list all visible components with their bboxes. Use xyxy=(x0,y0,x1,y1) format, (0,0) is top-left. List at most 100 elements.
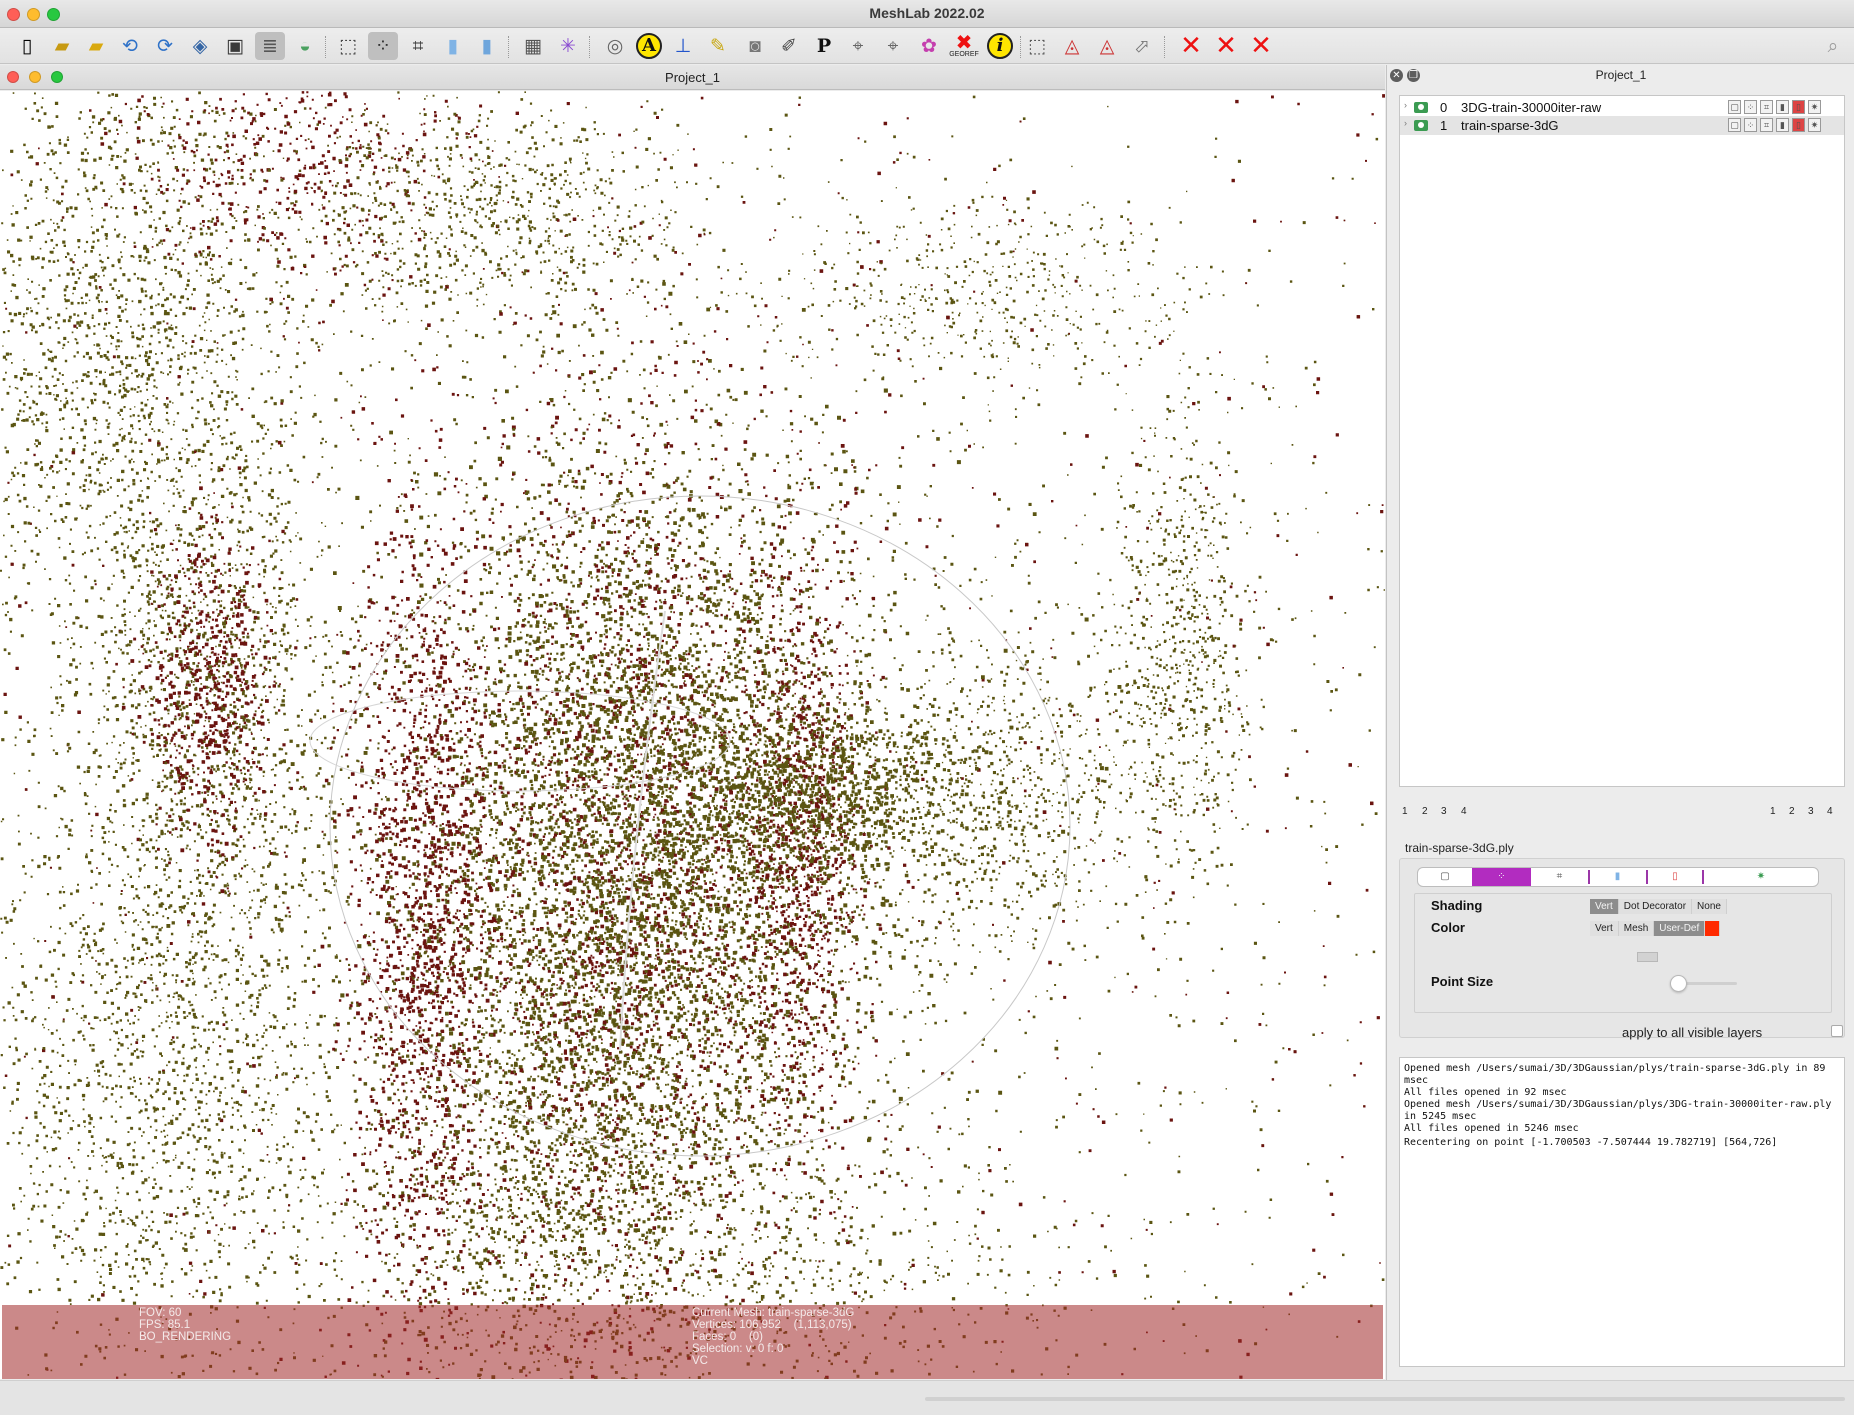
point-cluster xyxy=(0,180,434,1318)
fill-toggle-icon[interactable]: ▮ xyxy=(1776,100,1789,114)
delete-vertices-icon[interactable]: ✕ xyxy=(1211,32,1241,60)
select-faces-icon[interactable]: ⌖ xyxy=(878,32,908,60)
paint-icon[interactable]: ✐ xyxy=(774,32,804,60)
flat-render-icon[interactable]: ▮ xyxy=(438,32,468,60)
tab-texture[interactable]: ▯ xyxy=(1648,868,1702,886)
shading-none-button[interactable]: None xyxy=(1692,899,1727,914)
delete-faces-icon[interactable]: ✕ xyxy=(1176,32,1206,60)
bbox-render-icon[interactable]: ⬚ xyxy=(333,32,363,60)
viewer-info-overlay: FOV: 60 FPS: 85.1 BO_RENDERING Current M… xyxy=(2,1305,1383,1379)
new-project-icon[interactable]: ▯ xyxy=(12,32,42,60)
pickpoints-icon[interactable]: P xyxy=(809,32,839,60)
layer-index: 1 xyxy=(1440,118,1448,133)
point-size-label: Point Size xyxy=(1431,974,1494,989)
tab-number[interactable]: 3 xyxy=(1441,806,1447,817)
smooth-render-icon[interactable]: ▮ xyxy=(472,32,502,60)
tab-divider xyxy=(1702,870,1704,884)
colorize-icon[interactable]: ✿ xyxy=(914,32,944,60)
point-cluster xyxy=(268,213,1059,1350)
expand-chevron-icon[interactable]: › xyxy=(1404,118,1407,128)
toolbar-separator xyxy=(508,36,509,58)
color-picker-button[interactable] xyxy=(1637,952,1658,962)
layer-row[interactable]: › 1 train-sparse-3dG ▢ ⁘ ⌗ ▮ ▯ ✷ xyxy=(1400,116,1844,135)
apply-all-checkbox[interactable] xyxy=(1831,1025,1843,1037)
bbox-toggle-icon[interactable]: ▢ xyxy=(1728,100,1741,114)
visibility-eye-icon[interactable] xyxy=(1414,120,1428,131)
wire-toggle-icon[interactable]: ⌗ xyxy=(1760,118,1773,132)
tab-number[interactable]: 1 xyxy=(1770,806,1776,817)
select-vertex-icon[interactable]: ⌖ xyxy=(843,32,873,60)
tab-decorators[interactable]: ✷ xyxy=(1705,868,1817,886)
sky-view-icon[interactable]: ◒ xyxy=(290,32,320,60)
layer-row[interactable]: › 0 3DG-train-30000iter-raw ▢ ⁘ ⌗ ▮ ▯ ✷ xyxy=(1400,98,1844,117)
status-scrollbar[interactable] xyxy=(925,1397,1845,1401)
vertices-readout: Vertices: 106,952 (1,113,075) xyxy=(692,1319,852,1331)
point-cluster xyxy=(1078,308,1294,998)
search-icon[interactable]: ⌕ xyxy=(1818,32,1848,60)
annotation-icon[interactable]: A xyxy=(634,32,664,60)
texture-toggle-icon[interactable]: ▯ xyxy=(1792,118,1805,132)
expand-chevron-icon[interactable]: › xyxy=(1404,100,1407,110)
import-mesh-icon[interactable]: ▰ xyxy=(81,32,111,60)
user-color-swatch[interactable] xyxy=(1705,921,1721,936)
axes-icon[interactable]: ✳ xyxy=(553,32,583,60)
open-project-icon[interactable]: ▰ xyxy=(47,32,77,60)
layer-index: 0 xyxy=(1440,100,1448,115)
tab-number[interactable]: 2 xyxy=(1422,806,1428,817)
points-toggle-icon[interactable]: ⁘ xyxy=(1744,100,1757,114)
log-line: Opened mesh /Users/sumai/3D/3DGaussian/p… xyxy=(1404,1099,1838,1122)
reload-icon[interactable]: ⟲ xyxy=(115,32,145,60)
wire-toggle-icon[interactable]: ⌗ xyxy=(1760,100,1773,114)
tab-points[interactable]: ⁘ xyxy=(1472,868,1531,886)
window-title: MeshLab 2022.02 xyxy=(869,5,985,21)
log-line: Opened mesh /Users/sumai/3D/3DGaussian/p… xyxy=(1404,1063,1832,1086)
tab-number[interactable]: 3 xyxy=(1808,806,1814,817)
point-cluster xyxy=(35,91,530,325)
tab-fill[interactable]: ▮ xyxy=(1590,868,1645,886)
export-mesh-icon[interactable]: ◈ xyxy=(185,32,215,60)
tab-number[interactable]: 4 xyxy=(1461,806,1467,817)
select-vertex-tool-icon[interactable]: ◬ xyxy=(1092,32,1122,60)
toolbar-separator xyxy=(1020,36,1021,58)
decorator-toggle-icon[interactable]: ✷ xyxy=(1808,100,1821,114)
color-mesh-button[interactable]: Mesh xyxy=(1618,921,1655,936)
layer-dialog-icon[interactable]: ≣ xyxy=(255,32,285,60)
shading-vert-button[interactable]: Vert xyxy=(1590,899,1619,914)
color-userdef-button[interactable]: User-Def xyxy=(1654,921,1706,936)
snapshot-icon[interactable]: ▣ xyxy=(220,32,250,60)
bbox-toggle-icon[interactable]: ▢ xyxy=(1728,118,1741,132)
georef-icon[interactable]: ✖ GEOREF xyxy=(949,32,979,60)
texture-toggle-icon[interactable]: ▯ xyxy=(1792,100,1805,114)
lighting-icon[interactable]: ▦ xyxy=(518,32,548,60)
color-segmented: Vert Mesh User-Def xyxy=(1590,921,1721,936)
tab-bbox[interactable]: ▢ xyxy=(1418,868,1472,886)
visibility-eye-icon[interactable] xyxy=(1414,102,1428,113)
shading-dot-decorator-button[interactable]: Dot Decorator xyxy=(1618,899,1693,914)
shading-label: Shading xyxy=(1431,898,1483,913)
tab-number[interactable]: 4 xyxy=(1827,806,1833,817)
3d-viewport[interactable] xyxy=(0,91,1385,1379)
select-connected-icon[interactable]: ◬ xyxy=(1057,32,1087,60)
info-icon[interactable]: i xyxy=(985,32,1015,60)
trackball-icon[interactable]: ◎ xyxy=(600,32,630,60)
points-render-icon[interactable]: ⁘ xyxy=(368,32,398,60)
points-toggle-icon[interactable]: ⁘ xyxy=(1744,118,1757,132)
reload-all-icon[interactable]: ⟳ xyxy=(150,32,180,60)
wireframe-render-icon[interactable]: ⌗ xyxy=(403,32,433,60)
color-label: Color xyxy=(1431,920,1465,935)
raster-align-icon[interactable]: ◙ xyxy=(740,32,770,60)
tab-wire[interactable]: ⌗ xyxy=(1531,868,1588,886)
fill-toggle-icon[interactable]: ▮ xyxy=(1776,118,1789,132)
decorator-toggle-icon[interactable]: ✷ xyxy=(1808,118,1821,132)
delete-all-icon[interactable]: ✕ xyxy=(1246,32,1276,60)
tab-number[interactable]: 2 xyxy=(1789,806,1795,817)
measure-icon[interactable]: ✎ xyxy=(703,32,733,60)
align-icon[interactable]: ⊥ xyxy=(668,32,698,60)
point-size-slider-handle[interactable] xyxy=(1670,975,1687,992)
tab-number[interactable]: 1 xyxy=(1402,806,1408,817)
color-vert-button[interactable]: Vert xyxy=(1590,921,1619,936)
select-icon[interactable]: ⬚ xyxy=(1022,32,1052,60)
selection-readout: Selection: v: 0 f: 0 xyxy=(692,1343,784,1355)
dock-titlebar: ✕ ❐ Project_1 xyxy=(1387,65,1854,85)
select-area-icon[interactable]: ⬀ xyxy=(1127,32,1157,60)
